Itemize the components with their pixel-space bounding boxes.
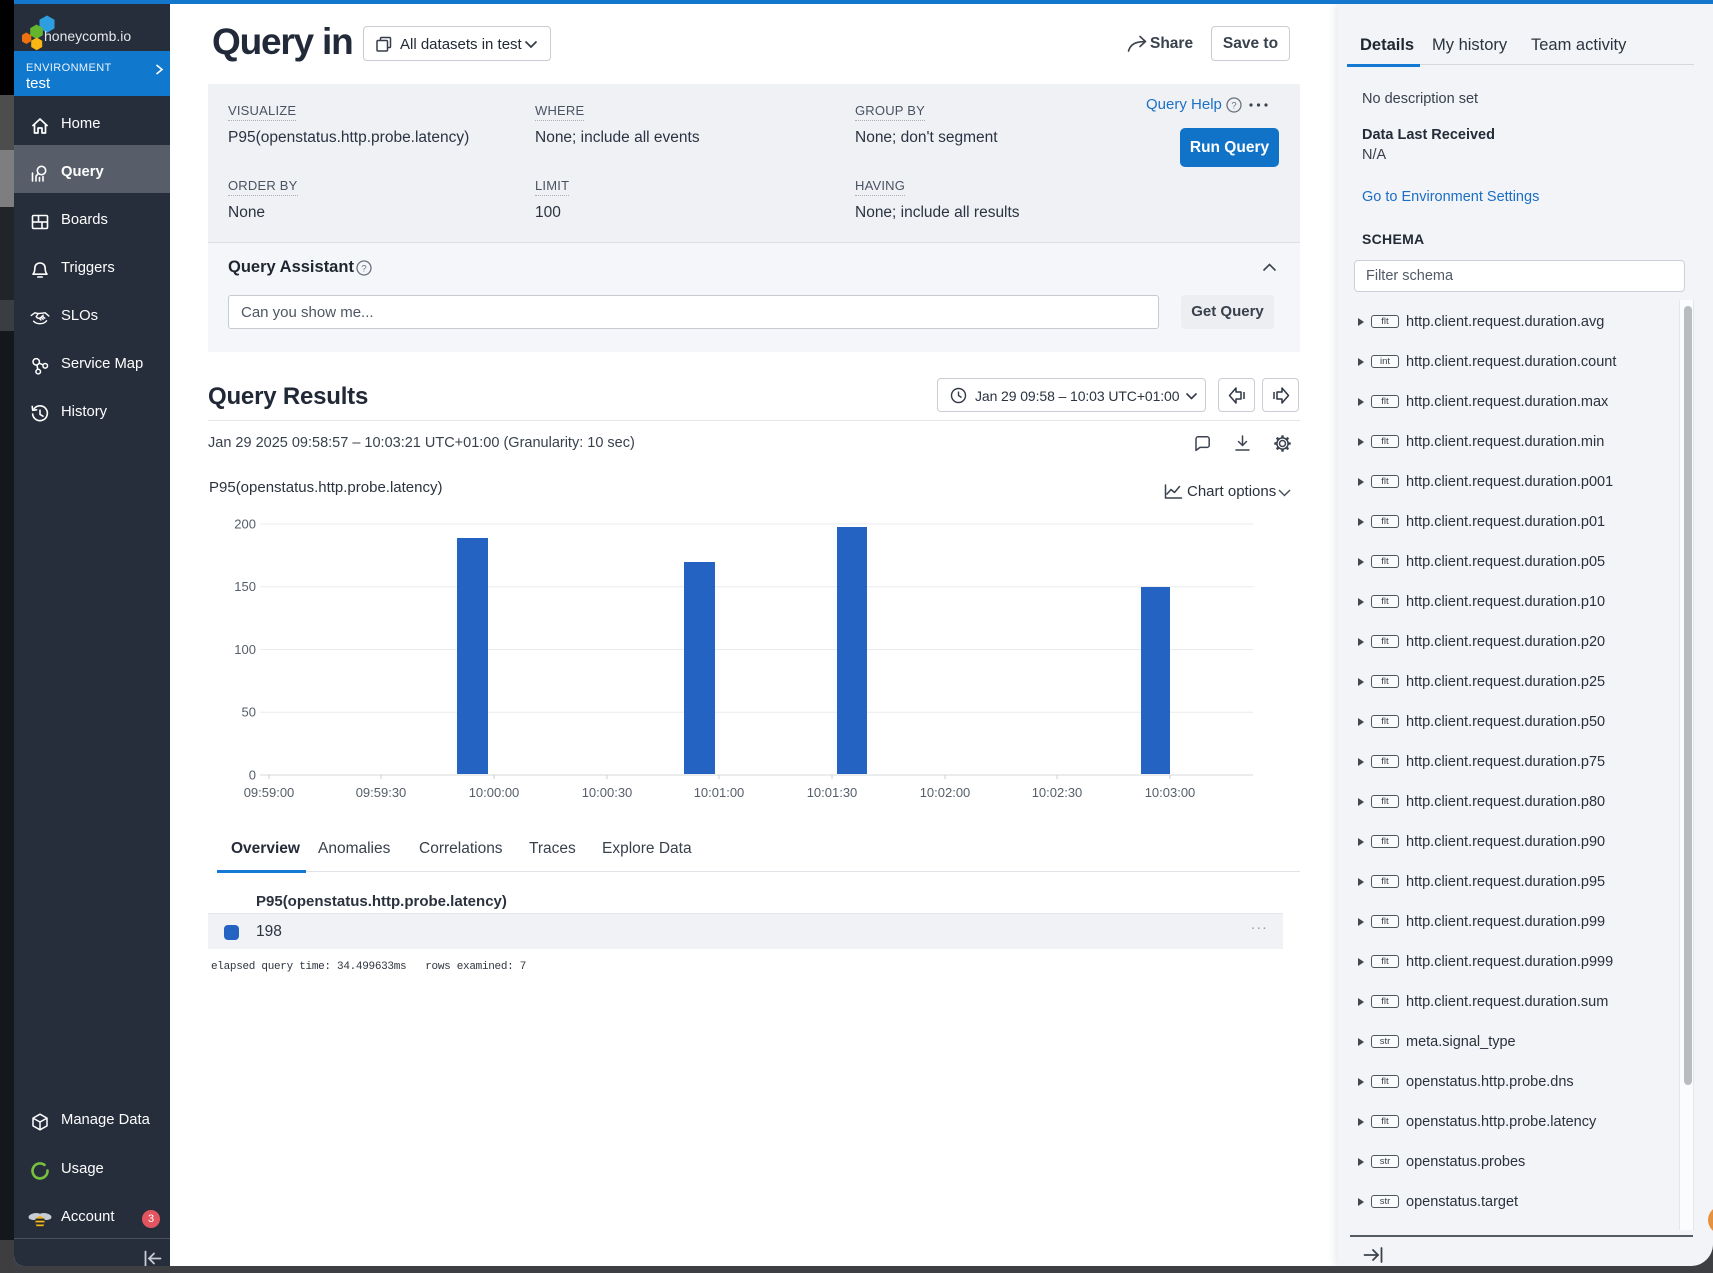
svg-text:50: 50 — [242, 705, 256, 720]
svg-text:10:02:30: 10:02:30 — [1032, 785, 1083, 800]
svg-text:150: 150 — [234, 579, 256, 594]
svg-text:100: 100 — [234, 642, 256, 657]
svg-text:10:00:30: 10:00:30 — [582, 785, 633, 800]
svg-text:10:01:30: 10:01:30 — [807, 785, 858, 800]
svg-text:?: ? — [1231, 100, 1236, 111]
svg-text:200: 200 — [234, 517, 256, 532]
svg-text:10:03:00: 10:03:00 — [1145, 785, 1196, 800]
svg-text:0: 0 — [249, 768, 256, 783]
svg-text:10:01:00: 10:01:00 — [694, 785, 745, 800]
svg-text:honeycomb.io: honeycomb.io — [44, 28, 131, 44]
svg-text:09:59:30: 09:59:30 — [356, 785, 407, 800]
svg-text:10:00:00: 10:00:00 — [469, 785, 520, 800]
svg-text:10:02:00: 10:02:00 — [920, 785, 971, 800]
svg-text:?: ? — [361, 263, 366, 274]
svg-text:09:59:00: 09:59:00 — [244, 785, 295, 800]
